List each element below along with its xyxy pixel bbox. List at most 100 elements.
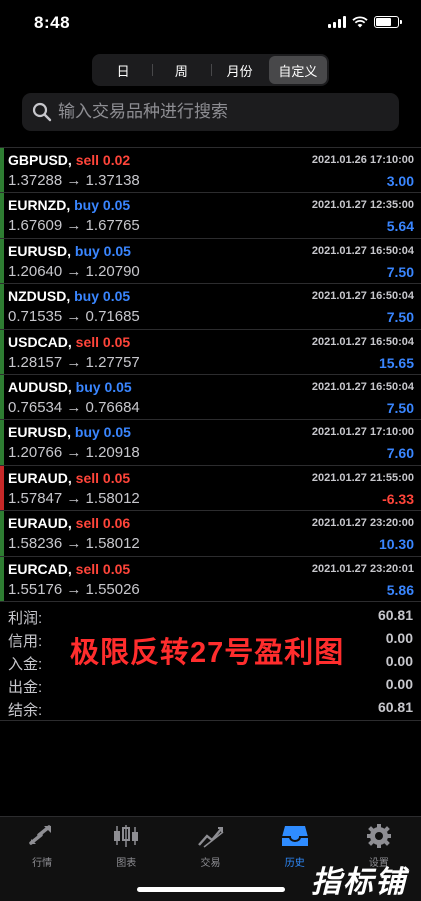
trade-symbol-line: EURUSD, buy 0.05: [8, 243, 131, 259]
trade-symbol: EURUSD,: [8, 242, 72, 259]
trade-row[interactable]: EURAUD, sell 0.05 1.57847 → 1.58012 2021.0…: [0, 465, 421, 512]
trade-profit: 5.86: [386, 581, 414, 598]
period-tab-1[interactable]: 周: [152, 56, 210, 84]
trade-row[interactable]: USDCAD, sell 0.05 1.28157 → 1.27757 2021.0…: [0, 329, 421, 375]
trade-symbol: AUDUSD,: [8, 378, 72, 395]
trade-side: buy 0.05: [74, 197, 131, 214]
trade-status-bar: [0, 238, 4, 284]
trade-row[interactable]: GBPUSD, sell 0.02 1.37288 → 1.37138 2021.0…: [0, 148, 421, 194]
trade-symbol-line: EURAUD, sell 0.06: [8, 515, 130, 531]
summary-value: 60.81: [377, 607, 413, 623]
trade-row[interactable]: EURAUD, sell 0.06 1.58236 → 1.58012 2021.0…: [0, 511, 421, 557]
trade-symbol-line: GBPUSD, sell 0.02: [8, 152, 130, 168]
trade-side: sell 0.02: [75, 152, 131, 168]
trade-status-bar: [0, 465, 4, 511]
wifi-icon: [352, 16, 368, 28]
status-bar: 8:48: [0, 0, 421, 46]
trade-history-list: GBPUSD, sell 0.02 1.37288 → 1.37138 2021.0…: [0, 147, 421, 602]
trade-profit: 7.50: [386, 263, 414, 280]
tab-label: 历史: [284, 858, 305, 869]
summary-row: 利润: 60.81: [0, 607, 421, 629]
trade-symbol: GBPUSD,: [8, 152, 72, 168]
trade-symbol: USDCAD,: [8, 333, 72, 350]
trade-status-bar: [0, 374, 4, 420]
trade-prices: 1.57847 → 1.58012: [8, 489, 140, 507]
trade-status-bar: [0, 556, 4, 601]
tab-quotes[interactable]: 行情: [0, 817, 84, 901]
trade-status-bar: [0, 148, 4, 193]
battery-icon: [374, 16, 402, 28]
watermark-text: 指标铺: [311, 866, 407, 899]
trade-side: buy 0.05: [74, 242, 131, 259]
summary-value: 0.00: [385, 630, 413, 646]
search-input[interactable]: [58, 102, 388, 122]
trade-row[interactable]: EURNZD, buy 0.05 1.67609 → 1.67765 2021.01…: [0, 193, 421, 239]
trade-status-bar: [0, 284, 4, 329]
trade-status-bar: [0, 193, 4, 238]
trade-symbol-line: EURNZD, buy 0.05: [8, 197, 130, 213]
trade-profit: 10.30: [378, 536, 414, 553]
trade-symbol-line: NZDUSD, buy 0.05: [8, 288, 130, 304]
trade-symbol: EURCAD,: [8, 560, 72, 577]
summary-label: 结余:: [8, 702, 43, 719]
period-segmented-control: 日周月份 自定义: [92, 54, 329, 86]
history-icon: [280, 823, 310, 849]
summary-value: 60.81: [377, 699, 413, 715]
summary-row: 出金: 0.00: [0, 676, 421, 698]
tab-label: 图表: [116, 858, 137, 869]
trade-profit: 5.64: [386, 218, 414, 235]
search-icon: [32, 102, 52, 122]
trade-row[interactable]: NZDUSD, buy 0.05 0.71535 → 0.71685 2021.01…: [0, 284, 421, 330]
trade-prices: 1.55176 → 1.55026: [8, 580, 140, 598]
trade-profit: 7.50: [386, 309, 414, 326]
summary-label: 利润:: [8, 610, 43, 627]
trade-row[interactable]: EURUSD, buy 0.05 1.20640 → 1.20790 2021.01…: [0, 238, 421, 285]
trade-prices: 1.20640 → 1.20790: [8, 262, 140, 280]
trade-status-bar: [0, 329, 4, 374]
summary-row: 结余: 60.81: [0, 699, 421, 721]
trade-prices: 1.37288 → 1.37138: [8, 172, 140, 189]
overlay-caption: 极限反转27号盈利图: [70, 637, 345, 669]
trade-time: 2021.01.27 16:50:04: [311, 335, 414, 348]
summary-label: 入金:: [8, 656, 43, 673]
period-tab-2[interactable]: 月份: [210, 56, 269, 84]
trade-time: 2021.01.26 17:10:00: [311, 154, 414, 166]
summary-value: 0.00: [385, 653, 413, 669]
quotes-icon: [27, 823, 57, 849]
trade-profit: 7.60: [386, 445, 414, 462]
trade-profit: 15.65: [378, 354, 414, 371]
trade-profit: 3.00: [386, 173, 414, 189]
trade-side: buy 0.05: [74, 424, 131, 441]
period-tab-0[interactable]: 日: [94, 56, 152, 84]
settings-icon: [364, 823, 394, 849]
trade-profit: 7.50: [386, 399, 414, 416]
trade-prices: 1.20766 → 1.20918: [8, 444, 140, 462]
trade-status-bar: [0, 420, 4, 465]
summary-label: 信用:: [8, 633, 43, 650]
trade-time: 2021.01.27 21:55:00: [311, 471, 414, 484]
status-icons: [328, 16, 402, 28]
trade-side: buy 0.05: [75, 378, 132, 395]
trade-status-bar: [0, 511, 4, 556]
trade-time: 2021.01.27 12:35:00: [311, 199, 414, 212]
trade-symbol-line: AUDUSD, buy 0.05: [8, 379, 132, 395]
trade-side: buy 0.05: [74, 288, 131, 305]
trade-prices: 1.28157 → 1.27757: [8, 353, 140, 371]
trade-time: 2021.01.27 23:20:00: [311, 517, 414, 530]
trade-row[interactable]: EURUSD, buy 0.05 1.20766 → 1.20918 2021.01…: [0, 420, 421, 466]
trade-time: 2021.01.27 16:50:04: [311, 380, 414, 393]
trade-side: sell 0.05: [75, 560, 131, 577]
period-tab-3[interactable]: 自定义: [268, 56, 327, 84]
trade-symbol-line: USDCAD, sell 0.05: [8, 334, 130, 350]
tab-label: 行情: [32, 858, 53, 869]
search-bar[interactable]: [22, 93, 399, 131]
trade-row[interactable]: EURCAD, sell 0.05 1.55176 → 1.55026 2021.0…: [0, 556, 421, 602]
trade-symbol-line: EURAUD, sell 0.05: [8, 470, 130, 486]
summary-label: 出金:: [8, 679, 43, 696]
trade-time: 2021.01.27 16:50:04: [311, 290, 414, 303]
trade-symbol: EURNZD,: [8, 197, 71, 214]
trade-symbol: EURAUD,: [8, 469, 72, 486]
trade-symbol: EURUSD,: [8, 424, 72, 441]
trade-row[interactable]: AUDUSD, buy 0.05 0.76534 → 0.76684 2021.01…: [0, 374, 421, 421]
trade-side: sell 0.05: [75, 333, 131, 350]
